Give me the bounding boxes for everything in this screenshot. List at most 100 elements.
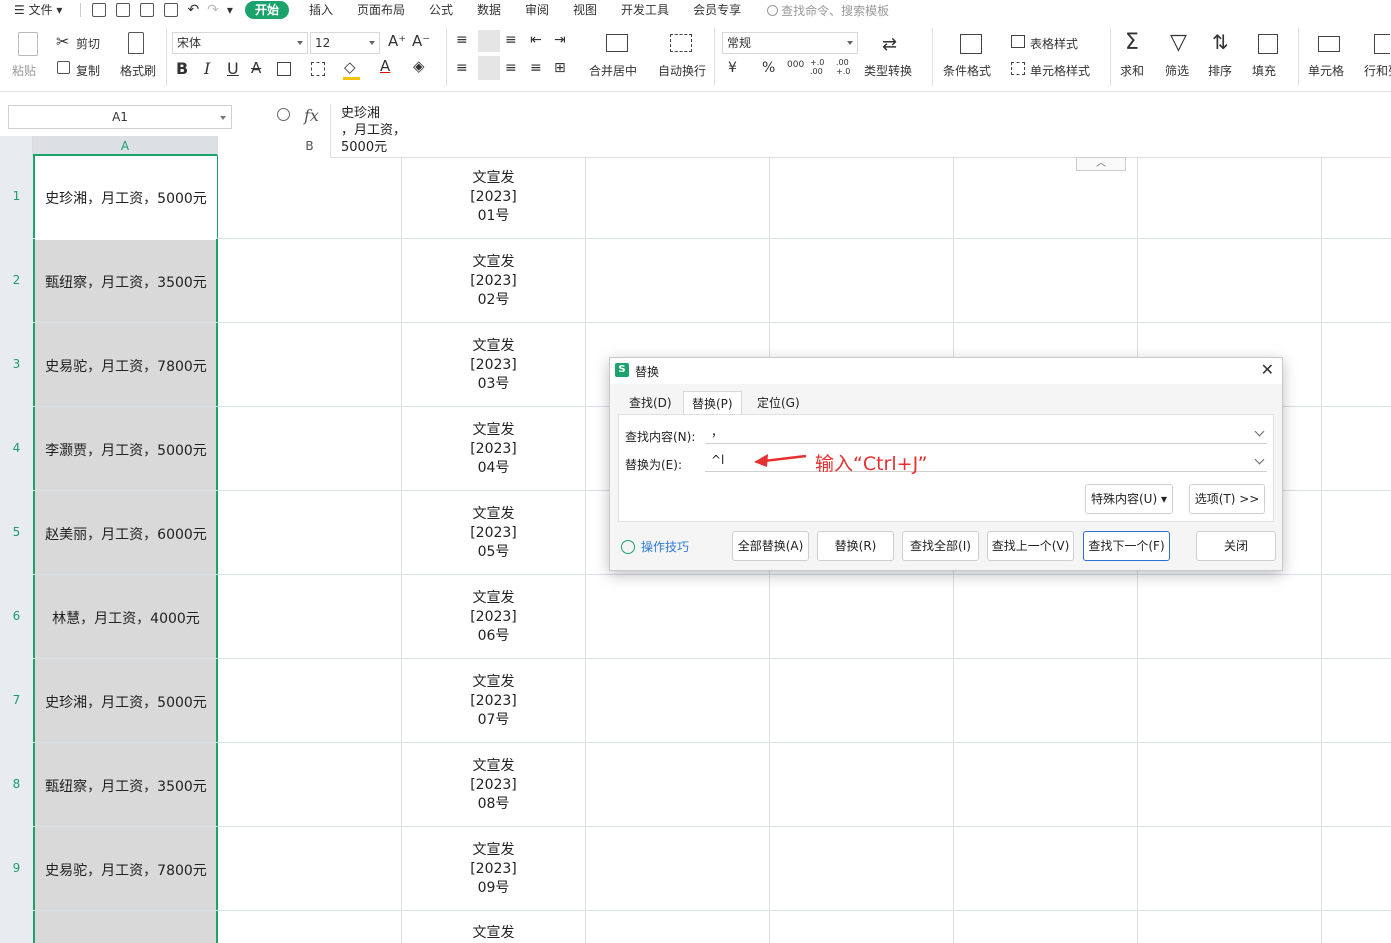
quick-access-dropdown-icon[interactable]: ▾ bbox=[223, 0, 237, 20]
format-painter-icon[interactable] bbox=[128, 32, 144, 54]
tab-member[interactable]: 会员专享 bbox=[681, 0, 753, 20]
cell-a4[interactable]: 李灏贾，月工资，5000元 bbox=[35, 408, 217, 491]
cell-a1[interactable]: 史珍湘，月工资，5000元 bbox=[35, 156, 217, 239]
conditional-format-icon[interactable] bbox=[960, 34, 982, 54]
number-format-select[interactable]: 常规 bbox=[722, 32, 858, 54]
tab-data[interactable]: 数据 bbox=[465, 0, 513, 20]
row-header-5[interactable]: 5 bbox=[0, 525, 33, 539]
filter-icon[interactable]: ▽ bbox=[1170, 30, 1187, 55]
type-convert-icon[interactable]: ⇄ bbox=[882, 34, 897, 55]
conditional-format-button[interactable]: 条件格式 bbox=[943, 62, 991, 79]
collapse-formula-bar-button[interactable]: ︿ bbox=[1076, 157, 1126, 171]
paste-icon[interactable] bbox=[18, 32, 38, 56]
indent-increase-icon[interactable]: ⇥ bbox=[554, 32, 566, 48]
currency-icon[interactable]: ¥ bbox=[728, 60, 737, 76]
row-header-8[interactable]: 8 bbox=[0, 777, 33, 791]
sum-icon[interactable]: Σ bbox=[1125, 30, 1139, 55]
name-box[interactable]: A1 bbox=[8, 105, 232, 129]
row-header-1[interactable]: 1 bbox=[0, 189, 33, 203]
row-header-4[interactable]: 4 bbox=[0, 441, 33, 455]
dialog-titlebar[interactable]: S 替换 ✕ bbox=[610, 358, 1282, 384]
fill-pattern-icon[interactable] bbox=[311, 62, 325, 76]
row-header-6[interactable]: 6 bbox=[0, 609, 33, 623]
undo-icon[interactable]: ↶ bbox=[183, 0, 203, 20]
zoom-search-icon[interactable] bbox=[277, 108, 290, 121]
options-button[interactable]: 选项(T) >> bbox=[1189, 484, 1265, 514]
format-painter-button[interactable]: 格式刷 bbox=[120, 62, 156, 79]
cut-button[interactable]: 剪切 bbox=[76, 35, 100, 52]
cell-c8[interactable]: 文宣发 [2023] 08号 bbox=[402, 744, 585, 827]
row-header-9[interactable]: 9 bbox=[0, 861, 33, 875]
formula-content[interactable]: 史珍湘 ，月工资， 5000元 bbox=[330, 104, 1391, 158]
decrease-decimal-icon[interactable]: .00 +.0 bbox=[836, 58, 856, 76]
copy-button[interactable]: 复制 bbox=[76, 62, 100, 79]
command-search[interactable]: 查找命令、搜索模板 bbox=[767, 2, 889, 19]
print-preview-icon[interactable] bbox=[164, 3, 179, 17]
strikethrough-icon[interactable]: A bbox=[251, 59, 261, 77]
redo-icon[interactable]: ↷ bbox=[203, 0, 223, 20]
cell-c5[interactable]: 文宣发 [2023] 05号 bbox=[402, 492, 585, 575]
special-content-button[interactable]: 特殊内容(U) ▾ bbox=[1085, 484, 1173, 514]
align-bottom-icon[interactable]: ≡ bbox=[505, 32, 517, 48]
row-header-7[interactable]: 7 bbox=[0, 693, 33, 707]
cell-c9[interactable]: 文宣发 [2023] 09号 bbox=[402, 828, 585, 911]
cell-a5[interactable]: 赵美丽，月工资，6000元 bbox=[35, 492, 217, 575]
wrap-text-button[interactable]: 自动换行 bbox=[658, 62, 706, 79]
tab-review[interactable]: 审阅 bbox=[513, 0, 561, 20]
scissors-icon[interactable]: ✂ bbox=[56, 32, 69, 51]
tab-page-layout[interactable]: 页面布局 bbox=[345, 0, 417, 20]
copy-icon[interactable] bbox=[57, 61, 70, 74]
type-convert-button[interactable]: 类型转换 bbox=[864, 62, 912, 79]
file-menu[interactable]: ☰ 文件 ▾ bbox=[0, 0, 74, 20]
row-col-icon[interactable] bbox=[1374, 34, 1390, 54]
column-header-a[interactable]: A bbox=[33, 136, 218, 156]
fill-button[interactable]: 填充 bbox=[1252, 62, 1276, 79]
increase-font-icon[interactable]: A⁺ bbox=[388, 32, 406, 50]
sum-button[interactable]: 求和 bbox=[1120, 62, 1144, 79]
cell-a6[interactable]: 林慧，月工资，4000元 bbox=[35, 576, 217, 659]
distributed-icon[interactable]: ⊞ bbox=[554, 60, 566, 76]
tab-find[interactable]: 查找(D) bbox=[621, 391, 680, 415]
select-all-corner[interactable] bbox=[0, 136, 33, 156]
wrap-text-icon[interactable] bbox=[670, 34, 692, 52]
tab-view[interactable]: 视图 bbox=[561, 0, 609, 20]
tab-insert[interactable]: 插入 bbox=[297, 0, 345, 20]
tab-developer[interactable]: 开发工具 bbox=[609, 0, 681, 20]
cell-c7[interactable]: 文宣发 [2023] 07号 bbox=[402, 660, 585, 743]
close-icon[interactable]: ✕ bbox=[1261, 361, 1274, 379]
clear-format-icon[interactable]: ◈ bbox=[413, 57, 425, 75]
tab-home[interactable]: 开始 bbox=[244, 1, 289, 19]
border-icon[interactable] bbox=[277, 62, 291, 76]
font-name-select[interactable]: 宋体 bbox=[172, 32, 308, 54]
cell-a9[interactable]: 史易驼，月工资，7800元 bbox=[35, 828, 217, 911]
filter-button[interactable]: 筛选 bbox=[1165, 62, 1189, 79]
merge-center-icon[interactable] bbox=[606, 34, 628, 52]
percent-icon[interactable]: % bbox=[762, 60, 775, 76]
align-top-icon[interactable]: ≡ bbox=[456, 32, 468, 48]
cell-c4[interactable]: 文宣发 [2023] 04号 bbox=[402, 408, 585, 491]
row-col-button[interactable]: 行和列 bbox=[1364, 62, 1391, 79]
align-center-icon[interactable] bbox=[478, 56, 500, 80]
table-style-button[interactable]: 表格样式 bbox=[1030, 35, 1078, 52]
sort-icon[interactable]: ⇅ bbox=[1212, 30, 1229, 54]
close-button[interactable]: 关闭 bbox=[1196, 531, 1276, 561]
find-input[interactable]: ， bbox=[705, 422, 1267, 444]
decrease-font-icon[interactable]: A⁻ bbox=[412, 32, 430, 50]
table-style-icon[interactable] bbox=[1011, 35, 1025, 48]
find-all-button[interactable]: 查找全部(I) bbox=[902, 531, 979, 561]
paste-button[interactable]: 粘贴 bbox=[12, 62, 36, 79]
function-icon[interactable]: fx bbox=[304, 106, 319, 125]
cell-style-button[interactable]: 单元格样式 bbox=[1030, 62, 1090, 79]
indent-decrease-icon[interactable]: ⇤ bbox=[530, 32, 542, 48]
cell-c1[interactable]: 文宣发 [2023] 01号 bbox=[402, 156, 585, 239]
replace-all-button[interactable]: 全部替换(A) bbox=[732, 531, 809, 561]
cell-c3[interactable]: 文宣发 [2023] 03号 bbox=[402, 324, 585, 407]
fill-icon[interactable] bbox=[1258, 34, 1278, 54]
tips-link[interactable]: 操作技巧 bbox=[621, 538, 689, 555]
sort-button[interactable]: 排序 bbox=[1208, 62, 1232, 79]
tab-replace[interactable]: 替换(P) bbox=[683, 391, 742, 415]
replace-button[interactable]: 替换(R) bbox=[817, 531, 894, 561]
print-icon[interactable] bbox=[140, 3, 155, 17]
align-middle-icon[interactable] bbox=[478, 30, 500, 52]
italic-icon[interactable]: I bbox=[204, 59, 210, 78]
